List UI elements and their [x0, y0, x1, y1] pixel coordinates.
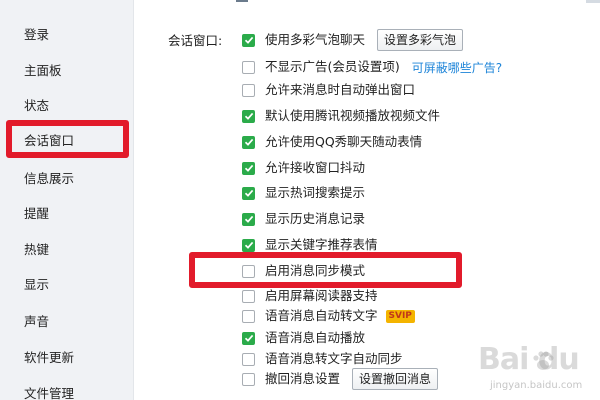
option-voice-to-text: 语音消息自动转文字 SVIP — [242, 307, 415, 325]
checkbox-unchecked[interactable] — [242, 352, 255, 366]
sidebar-item-file-management[interactable]: 文件管理 — [24, 384, 74, 400]
option-screen-reader: 启用屏幕阅读器支持 — [242, 287, 378, 305]
sidebar-item-software-update[interactable]: 软件更新 — [24, 348, 74, 368]
checkmark-icon — [244, 215, 253, 223]
sidebar-item-reminder[interactable]: 提醒 — [24, 204, 49, 224]
checkmark-icon — [244, 241, 253, 249]
checkbox-unchecked[interactable] — [242, 309, 255, 323]
option-label: 不显示广告(会员设置项) — [265, 59, 400, 74]
highlight-box-message-sync — [189, 252, 462, 288]
paw-icon — [533, 351, 554, 370]
checkbox-unchecked[interactable] — [242, 289, 255, 303]
checkbox-checked[interactable] — [242, 33, 255, 47]
option-label: 启用屏幕阅读器支持 — [265, 288, 378, 303]
checkbox-checked[interactable] — [242, 109, 255, 123]
settings-content: 会话窗口: 使用多彩气泡聊天 设置多彩气泡 不显示广告(会员设置项) 可屏蔽哪些… — [134, 0, 600, 400]
set-recall-message-button[interactable]: 设置撤回消息 — [352, 368, 439, 390]
option-qq-show-emotes: 允许使用QQ秀聊天随动表情 — [242, 133, 422, 151]
baidu-watermark: Bai du jingyan.baidu.com — [468, 342, 594, 398]
checkmark-icon — [244, 189, 253, 197]
svip-badge: SVIP — [385, 309, 415, 323]
option-label: 允许使用QQ秀聊天随动表情 — [265, 134, 423, 149]
checkmark-icon — [244, 164, 253, 172]
option-label: 语音消息自动转文字 — [265, 308, 378, 323]
option-label: 语音消息转文字自动同步 — [265, 351, 403, 366]
sidebar-item-info-display[interactable]: 信息展示 — [24, 169, 74, 189]
watermark-url: jingyan.baidu.com — [490, 380, 583, 391]
checkmark-icon — [244, 334, 253, 342]
checkbox-checked[interactable] — [242, 161, 255, 175]
option-hide-ads: 不显示广告(会员设置项) 可屏蔽哪些广告? — [242, 58, 502, 76]
sidebar-item-main-panel[interactable]: 主面板 — [24, 61, 62, 81]
set-colorful-bubble-button[interactable]: 设置多彩气泡 — [377, 29, 464, 51]
checkbox-unchecked[interactable] — [242, 83, 255, 97]
checkbox-checked[interactable] — [242, 212, 255, 226]
option-tencent-video: 默认使用腾讯视频播放视频文件 — [242, 107, 440, 125]
sidebar-item-hotkeys[interactable]: 热键 — [24, 240, 49, 260]
option-hot-search: 显示热词搜索提示 — [242, 184, 365, 202]
blockable-ads-link[interactable]: 可屏蔽哪些广告? — [412, 59, 502, 76]
section-label: 会话窗口: — [168, 33, 223, 48]
option-recall-settings: 撤回消息设置 设置撤回消息 — [242, 368, 439, 390]
sidebar-item-login[interactable]: 登录 — [24, 25, 49, 45]
option-window-shake: 允许接收窗口抖动 — [242, 159, 365, 177]
checkbox-checked[interactable] — [242, 238, 255, 252]
checkbox-checked[interactable] — [242, 331, 255, 345]
checkbox-unchecked[interactable] — [242, 60, 255, 74]
option-colorful-bubble: 使用多彩气泡聊天 设置多彩气泡 — [242, 29, 464, 51]
option-label: 显示历史消息记录 — [265, 211, 366, 226]
option-label: 允许来消息时自动弹出窗口 — [265, 82, 416, 97]
highlight-box-chat-window — [6, 120, 129, 158]
sidebar-item-status[interactable]: 状态 — [24, 96, 49, 116]
watermark-logo-text: Bai du — [478, 342, 580, 377]
option-voice-autoplay: 语音消息自动播放 — [242, 329, 365, 347]
option-label: 显示热词搜索提示 — [265, 185, 366, 200]
option-label: 允许接收窗口抖动 — [265, 160, 366, 175]
option-label: 使用多彩气泡聊天 — [265, 32, 366, 47]
settings-sidebar: 登录 主面板 状态 会话窗口 信息展示 提醒 热键 显示 声音 软件更新 文件管… — [0, 0, 134, 400]
option-label: 默认使用腾讯视频播放视频文件 — [265, 108, 441, 123]
option-voice-text-sync: 语音消息转文字自动同步 — [242, 350, 403, 368]
checkbox-checked[interactable] — [242, 186, 255, 200]
checkbox-unchecked[interactable] — [242, 372, 255, 386]
sidebar-item-sound[interactable]: 声音 — [24, 312, 49, 332]
checkbox-checked[interactable] — [242, 135, 255, 149]
option-label: 撤回消息设置 — [265, 371, 341, 386]
checkmark-icon — [244, 138, 253, 146]
checkmark-icon — [244, 112, 253, 120]
sidebar-item-display[interactable]: 显示 — [24, 275, 49, 295]
option-auto-popup: 允许来消息时自动弹出窗口 — [242, 81, 415, 99]
checkmark-icon — [244, 36, 253, 44]
option-label: 语音消息自动播放 — [265, 330, 366, 345]
option-history: 显示历史消息记录 — [242, 210, 365, 228]
